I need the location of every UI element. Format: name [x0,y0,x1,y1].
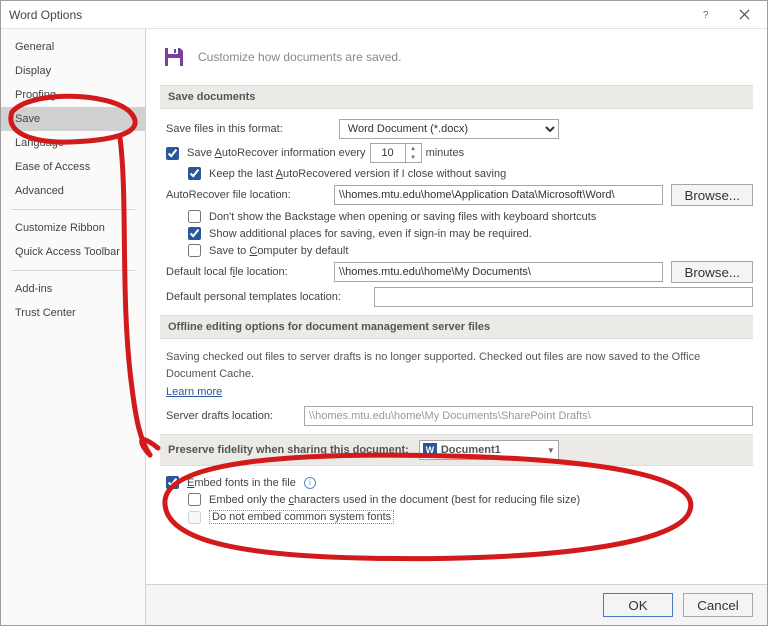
ar-browse-button[interactable]: Browse... [671,184,753,206]
window-title: Word Options [9,8,687,22]
document-name: Document1 [441,444,501,456]
word-doc-icon: W [423,443,437,457]
save-to-computer-label: Save to Computer by default [209,245,348,257]
sidebar-item-customize-ribbon[interactable]: Customize Ribbon [1,216,145,240]
show-additional-checkbox[interactable] [188,227,201,240]
word-options-dialog: Word Options ? General Display Proofing … [0,0,768,626]
sidebar-item-general[interactable]: General [1,35,145,59]
keep-last-checkbox[interactable] [188,167,201,180]
embed-fonts-label: Embed fonts in the file [187,477,296,489]
sidebar-item-proofing[interactable]: Proofing [1,83,145,107]
sidebar-item-quick-access[interactable]: Quick Access Toolbar [1,240,145,264]
keep-last-label: Keep the last AutoRecovered version if I… [209,168,506,180]
spin-up[interactable]: ▲ [406,144,421,153]
show-additional-label: Show additional places for saving, even … [209,228,532,240]
templates-location-label: Default personal templates location: [166,291,366,303]
offline-description: Saving checked out files to server draft… [160,349,753,382]
page-subtitle: Customize how documents are saved. [198,50,401,64]
embed-fonts-checkbox[interactable] [166,476,179,489]
server-drafts-input [304,406,753,426]
sidebar-separator [11,270,135,271]
format-select[interactable]: Word Document (*.docx) [339,119,559,139]
embed-only-chars-checkbox[interactable] [188,493,201,506]
ar-location-label: AutoRecover file location: [166,189,326,201]
sidebar-item-advanced[interactable]: Advanced [1,179,145,203]
document-select[interactable]: W Document1 ▼ [419,440,559,460]
sidebar: General Display Proofing Save Language E… [1,29,146,625]
no-common-fonts-label: Do not embed common system fonts [209,510,394,524]
default-browse-button[interactable]: Browse... [671,261,753,283]
spin-down[interactable]: ▼ [406,153,421,162]
sidebar-item-ease-of-access[interactable]: Ease of Access [1,155,145,179]
sidebar-item-addins[interactable]: Add-ins [1,277,145,301]
default-location-input[interactable] [334,262,663,282]
sidebar-item-trust-center[interactable]: Trust Center [1,301,145,325]
close-button[interactable] [725,2,763,28]
cancel-button[interactable]: Cancel [683,593,753,617]
section-save-documents: Save documents [160,85,753,109]
server-drafts-label: Server drafts location: [166,410,296,422]
autorecover-label: Save AutoRecover information every [187,147,366,159]
dialog-footer: OK Cancel [146,584,767,625]
learn-more-link[interactable]: Learn more [160,386,222,398]
sidebar-separator [11,209,135,210]
section-preserve-fidelity: Preserve fidelity when sharing this docu… [160,434,753,466]
ar-location-input[interactable] [334,185,663,205]
save-to-computer-checkbox[interactable] [188,244,201,257]
preserve-title: Preserve fidelity when sharing this docu… [168,444,409,456]
help-button[interactable]: ? [687,2,725,28]
templates-location-input[interactable] [374,287,753,307]
sidebar-item-language[interactable]: Language [1,131,145,155]
sidebar-item-save[interactable]: Save [1,107,145,131]
dont-show-backstage-label: Don't show the Backstage when opening or… [209,211,596,223]
minutes-label: minutes [426,147,465,159]
default-location-label: Default local file location: [166,266,326,278]
format-label: Save files in this format: [166,123,283,135]
ok-button[interactable]: OK [603,593,673,617]
autorecover-checkbox[interactable] [166,147,179,160]
save-icon [160,43,188,71]
svg-text:?: ? [702,10,708,20]
chevron-down-icon: ▼ [547,446,555,455]
no-common-fonts-checkbox[interactable] [188,511,201,524]
info-icon[interactable]: i [304,477,316,489]
section-offline-editing: Offline editing options for document man… [160,315,753,339]
dont-show-backstage-checkbox[interactable] [188,210,201,223]
sidebar-item-display[interactable]: Display [1,59,145,83]
titlebar: Word Options ? [1,1,767,29]
autorecover-minutes-spinner[interactable]: ▲▼ [370,143,422,163]
autorecover-minutes-input[interactable] [371,144,405,162]
embed-only-chars-label: Embed only the characters used in the do… [209,494,580,506]
